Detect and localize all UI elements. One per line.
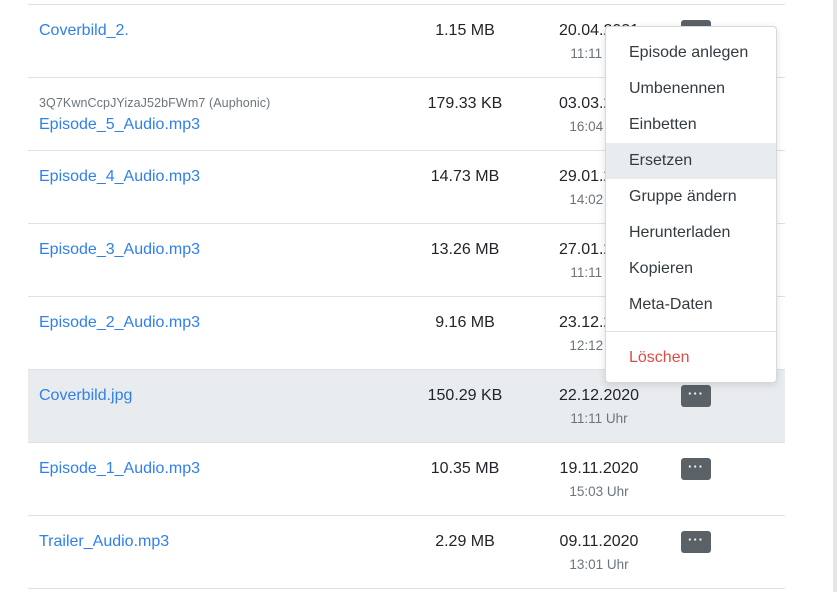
file-time: 15:03 Uhr (569, 484, 629, 499)
menu-item-episode-anlegen[interactable]: Episode anlegen (606, 35, 776, 71)
menu-item-loeschen[interactable]: Löschen (606, 340, 776, 376)
file-size: 179.33 KB (427, 95, 503, 112)
file-name-cell: Episode_1_Audio.mp3 (39, 459, 399, 479)
file-link[interactable]: Trailer_Audio.mp3 (39, 532, 169, 552)
menu-item-ersetzen[interactable]: Ersetzen (606, 143, 776, 179)
more-dots-icon: ··· (688, 458, 704, 474)
table-row: Episode_1_Audio.mp3 10.35 MB 19.11.2020 … (28, 443, 785, 516)
file-name-cell: 3Q7KwnCcpJYizaJ52bFWm7 (Auphonic) Episod… (39, 95, 399, 135)
file-name-cell: Trailer_Audio.mp3 (39, 532, 399, 552)
file-actions-button[interactable]: ··· (681, 531, 711, 553)
file-date-cell: 19.11.2020 15:03 Uhr (539, 459, 659, 501)
menu-item-herunterladen[interactable]: Herunterladen (606, 215, 776, 251)
file-time: 11:11 Uhr (570, 411, 628, 426)
file-link[interactable]: Episode_5_Audio.mp3 (39, 115, 200, 135)
table-row: Trailer_Audio.mp3 2.29 MB 09.11.2020 13:… (28, 516, 785, 589)
file-link[interactable]: Episode_2_Audio.mp3 (39, 313, 200, 333)
menu-divider (606, 331, 776, 332)
file-name-cell: Episode_4_Audio.mp3 (39, 167, 399, 187)
file-link[interactable]: Episode_4_Audio.mp3 (39, 167, 200, 187)
page-scrollbar-edge (833, 0, 837, 592)
file-actions-button[interactable]: ··· (681, 385, 711, 407)
file-size: 2.29 MB (435, 533, 495, 550)
file-link[interactable]: Episode_3_Audio.mp3 (39, 240, 200, 260)
menu-item-kopieren[interactable]: Kopieren (606, 251, 776, 287)
file-size: 150.29 KB (427, 387, 503, 404)
file-size: 13.26 MB (430, 241, 500, 258)
menu-item-gruppe-aendern[interactable]: Gruppe ändern (606, 179, 776, 215)
file-name-cell: Coverbild_2. (39, 21, 399, 41)
more-dots-icon: ··· (688, 531, 704, 547)
file-date-cell: 22.12.2020 11:11 Uhr (539, 386, 659, 428)
menu-item-einbetten[interactable]: Einbetten (606, 107, 776, 143)
file-size: 14.73 MB (430, 168, 500, 185)
file-name-cell: Episode_2_Audio.mp3 (39, 313, 399, 333)
menu-item-umbenennen[interactable]: Umbenennen (606, 71, 776, 107)
file-link[interactable]: Episode_1_Audio.mp3 (39, 459, 200, 479)
file-link[interactable]: Coverbild.jpg (39, 386, 132, 406)
file-date: 19.11.2020 (559, 460, 639, 477)
file-size: 10.35 MB (430, 460, 500, 477)
file-date-cell: 09.11.2020 13:01 Uhr (539, 532, 659, 574)
file-time: 13:01 Uhr (569, 557, 629, 572)
menu-item-meta-daten[interactable]: Meta-Daten (606, 287, 776, 323)
file-name-cell: Episode_3_Audio.mp3 (39, 240, 399, 260)
file-source-label: 3Q7KwnCcpJYizaJ52bFWm7 (Auphonic) (39, 96, 271, 110)
file-size: 1.15 MB (435, 22, 495, 39)
file-date: 09.11.2020 (559, 533, 639, 550)
file-actions-button[interactable]: ··· (681, 458, 711, 480)
more-dots-icon: ··· (688, 385, 704, 401)
file-link[interactable]: Coverbild_2. (39, 21, 129, 41)
file-name-cell: Coverbild.jpg (39, 386, 399, 406)
file-size: 9.16 MB (435, 314, 495, 331)
file-actions-dropdown: Episode anlegen Umbenennen Einbetten Ers… (605, 26, 777, 383)
file-date: 22.12.2020 (558, 387, 640, 404)
